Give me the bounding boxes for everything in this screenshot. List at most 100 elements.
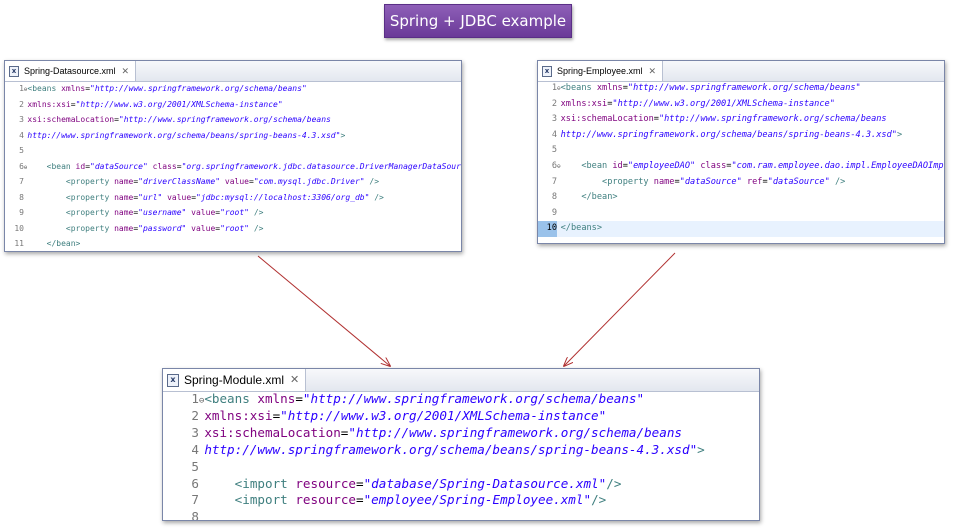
code-line: 6⊖ <bean id="dataSource" class="org.spri… [5, 160, 461, 176]
xml-value: "jdbc:mysql://localhost:3306/org_db" [196, 192, 370, 202]
xml-tag: <property [65, 192, 115, 202]
xml-attribute: xsi:schemaLocation [204, 424, 341, 440]
xml-value: "dataSource" [767, 176, 830, 187]
tab-label: Spring-Module.xml [184, 373, 285, 387]
line-number: 4 [19, 130, 24, 140]
code-line: 1⊖<beans xmlns="http://www.springframewo… [538, 81, 944, 97]
xml-attribute: xsi:schemaLocation [27, 115, 115, 124]
code-text: = [356, 475, 364, 491]
code-line: 8 </bean> [538, 190, 944, 206]
close-icon[interactable]: ✕ [122, 66, 130, 76]
line-number: 11 [14, 239, 24, 248]
xml-tag: /> [253, 223, 264, 233]
xml-value: "http://www.springframework.org/schema/b… [90, 84, 307, 93]
close-icon[interactable]: ✕ [649, 66, 657, 76]
xml-attribute: xmlns [257, 391, 296, 406]
code-line: 3 xsi:schemaLocation="http://www.springf… [538, 112, 944, 128]
line-number: 1 [191, 391, 199, 406]
xml-value: "employeeDAO" [627, 160, 696, 171]
close-icon[interactable]: ✕ [290, 374, 299, 386]
line-number: 8 [551, 192, 557, 203]
xml-value: "com.mysql.jdbc.Driver" [253, 177, 365, 186]
code-line: 2 xmlns:xsi="http://www.w3.org/2001/XMLS… [538, 97, 944, 113]
xml-value: http://www.springframework.org/schema/be… [27, 130, 341, 140]
xml-attribute: class [152, 161, 177, 171]
xml-tag: </bean> [581, 192, 618, 203]
line-number: 5 [19, 146, 24, 155]
code-line: 4 http://www.springframework.org/schema/… [5, 129, 461, 145]
xml-value: "dataSource" [679, 176, 742, 187]
line-number: 2 [19, 99, 24, 109]
xml-file-icon: x [9, 65, 19, 77]
code-line: 4 http://www.springframework.org/schema/… [163, 441, 759, 460]
xml-file-icon: x [167, 373, 179, 387]
line-number: 9 [19, 208, 24, 217]
xml-attribute: id [75, 161, 86, 171]
code-area[interactable]: 1⊖<beans xmlns="http://www.springframewo… [538, 81, 944, 237]
xml-value: "driverClassName" [138, 177, 221, 186]
xml-tag: <beans [27, 84, 62, 93]
xml-value: "com.ram.employee.dao.impl.EmployeeDAOIm… [731, 160, 945, 171]
line-number: 2 [191, 407, 199, 423]
datasource-tab-bar: x Spring-Datasource.xml ✕ [5, 61, 461, 82]
xml-tag: > [896, 129, 903, 140]
line-number: 7 [551, 176, 557, 187]
xml-value: http://www.springframework.org/schema/be… [560, 129, 897, 140]
code-area[interactable]: 1⊖<beans xmlns="http://www.springframewo… [163, 392, 759, 520]
arrow-employee-to-module [564, 252, 676, 366]
code-line: 11 </bean> [5, 237, 461, 251]
line-number: 4 [551, 129, 557, 140]
code-area[interactable]: 1⊖<beans xmlns="http://www.springframewo… [5, 82, 461, 251]
module-editor: x Spring-Module.xml ✕ 1⊖<beans xmlns="ht… [162, 368, 760, 521]
line-number: 5 [191, 458, 199, 474]
xml-tag: /> [369, 177, 380, 186]
line-number: 6 [19, 161, 24, 171]
xml-attribute: name [114, 192, 134, 202]
xml-tag: > [697, 441, 705, 457]
code-line: 8 <property name="url" value="jdbc:mysql… [5, 191, 461, 207]
xml-value: "password" [138, 223, 187, 233]
xml-attribute: value [224, 177, 249, 186]
code-line: 6⊖ <bean id="employeeDAO" class="com.ram… [538, 159, 944, 175]
code-text: = [356, 492, 364, 508]
xml-value: "http://www.springframework.org/schema/b… [658, 114, 887, 125]
xml-attribute: xsi:schemaLocation [560, 114, 654, 125]
module-tab-bar: x Spring-Module.xml ✕ [163, 369, 759, 392]
xml-attribute: class [700, 160, 727, 171]
xml-attribute: value [191, 208, 216, 217]
line-number: 10 [538, 221, 557, 237]
xml-value: "http://www.w3.org/2001/XMLSchema-instan… [612, 98, 835, 109]
line-number: 7 [19, 177, 24, 186]
xml-value: "http://www.springframework.org/schema/b… [118, 115, 331, 124]
xml-tag: </bean> [46, 239, 81, 248]
xml-value: http://www.springframework.org/schema/be… [204, 441, 698, 457]
code-text: = [295, 391, 303, 406]
line-number: 10 [14, 223, 24, 233]
xml-tag: <bean [581, 160, 613, 171]
code-line: 2 xmlns:xsi="http://www.w3.org/2001/XMLS… [163, 407, 759, 426]
xml-value: "url" [138, 192, 163, 202]
xml-attribute: value [167, 192, 192, 202]
xml-attribute: xmlns:xsi [204, 407, 273, 423]
code-line: 7 <property name="driverClassName" value… [5, 175, 461, 191]
xml-attribute: name [114, 208, 134, 217]
code-line: 3 xsi:schemaLocation="http://www.springf… [163, 424, 759, 443]
line-number: 8 [19, 192, 24, 202]
xml-value: "dataSource" [90, 161, 148, 171]
tab-spring-datasource[interactable]: x Spring-Datasource.xml ✕ [5, 61, 137, 81]
tab-spring-employee[interactable]: x Spring-Employee.xml ✕ [538, 61, 664, 81]
xml-tag: /> [606, 475, 622, 491]
code-line: 1⊖<beans xmlns="http://www.springframewo… [163, 392, 759, 409]
xml-attribute: value [191, 223, 216, 233]
employee-tab-bar: x Spring-Employee.xml ✕ [538, 61, 944, 82]
tab-spring-module[interactable]: x Spring-Module.xml ✕ [163, 369, 307, 391]
xml-tag: <import [234, 492, 296, 508]
xml-tag: /> [834, 176, 846, 187]
employee-editor: x Spring-Employee.xml ✕ 1⊖<beans xmlns="… [537, 60, 945, 244]
line-number: 9 [551, 207, 557, 218]
xml-tag: <beans [560, 83, 597, 93]
